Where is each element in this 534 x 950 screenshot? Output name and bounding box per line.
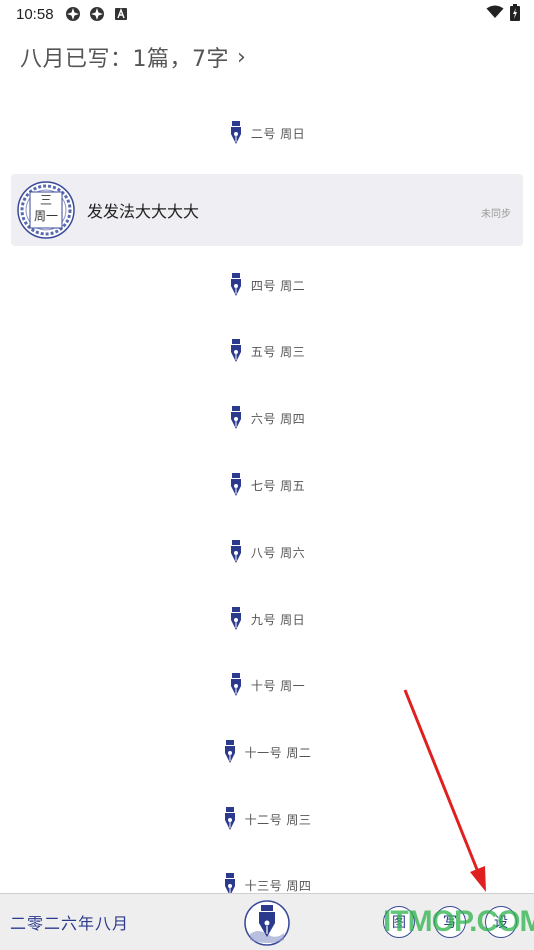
chevron-right-icon: › [237, 44, 247, 70]
day-label: 七号 周五 [250, 478, 306, 493]
day-label: 十二号 周三 [244, 812, 312, 827]
day-row[interactable]: 九号 周日 [0, 599, 534, 639]
sync-status: 未同步 [481, 209, 511, 220]
day-row[interactable]: 四号 周二 [0, 265, 534, 305]
fountain-pen-icon [224, 807, 235, 830]
fountain-pen-icon [224, 740, 235, 763]
battery-charging-icon [510, 3, 520, 25]
fountain-pen-icon [230, 406, 241, 429]
day-row[interactable]: 十二号 周三 [0, 799, 534, 839]
fountain-pen-icon [230, 339, 241, 362]
day-label: 十一号 周二 [244, 745, 312, 760]
sync-icon [64, 5, 82, 23]
day-row[interactable]: 五号 周三 [0, 331, 534, 371]
write-button[interactable]: 写 [434, 906, 466, 938]
wifi-icon [486, 5, 504, 23]
day-row[interactable]: 七号 周五 [0, 465, 534, 505]
bottom-bar: 二零二六年八月 图 写 设 [0, 893, 534, 950]
entry-weekday: 周一 [33, 209, 58, 223]
fountain-pen-icon [230, 121, 241, 144]
day-row[interactable]: 十号 周一 [0, 665, 534, 705]
day-label: 十三号 周四 [244, 878, 312, 893]
a-icon [112, 5, 130, 23]
fountain-pen-icon [230, 273, 241, 296]
day-label: 四号 周二 [250, 278, 306, 293]
day-label: 十号 周一 [250, 678, 306, 693]
day-label: 八号 周六 [250, 545, 306, 560]
day-row[interactable]: 十一号 周二 [0, 732, 534, 772]
picture-button[interactable]: 图 [383, 906, 415, 938]
settings-button[interactable]: 设 [485, 906, 517, 938]
month-summary-text: 八月已写：1篇，7字 [20, 47, 229, 72]
write-pen-button[interactable] [244, 900, 290, 946]
year-month-label[interactable]: 二零二六年八月 [10, 910, 129, 934]
day-row[interactable]: 八号 周六 [0, 532, 534, 572]
month-summary[interactable]: 八月已写：1篇，7字 › [20, 40, 246, 74]
fountain-pen-icon [230, 473, 241, 496]
entry-date-seal: 三 周一 [30, 192, 62, 230]
status-bar: 10:58 [0, 0, 534, 28]
day-row[interactable]: 二号 周日 [0, 113, 534, 153]
sync-icon-2 [88, 5, 106, 23]
day-label: 二号 周日 [250, 126, 306, 141]
day-label: 五号 周三 [250, 344, 306, 359]
entry-day: 三 [39, 193, 52, 207]
fountain-pen-icon [230, 607, 241, 630]
day-label: 六号 周四 [250, 411, 306, 426]
fountain-pen-icon [230, 540, 241, 563]
day-row[interactable]: 六号 周四 [0, 398, 534, 438]
status-time: 10:58 [16, 5, 54, 23]
entry-title: 发发法大大大大 [87, 202, 200, 221]
fountain-pen-icon [230, 673, 241, 696]
diary-entry-card[interactable]: 三 周一 发发法大大大大 未同步 [11, 174, 523, 246]
day-label: 九号 周日 [250, 612, 306, 627]
